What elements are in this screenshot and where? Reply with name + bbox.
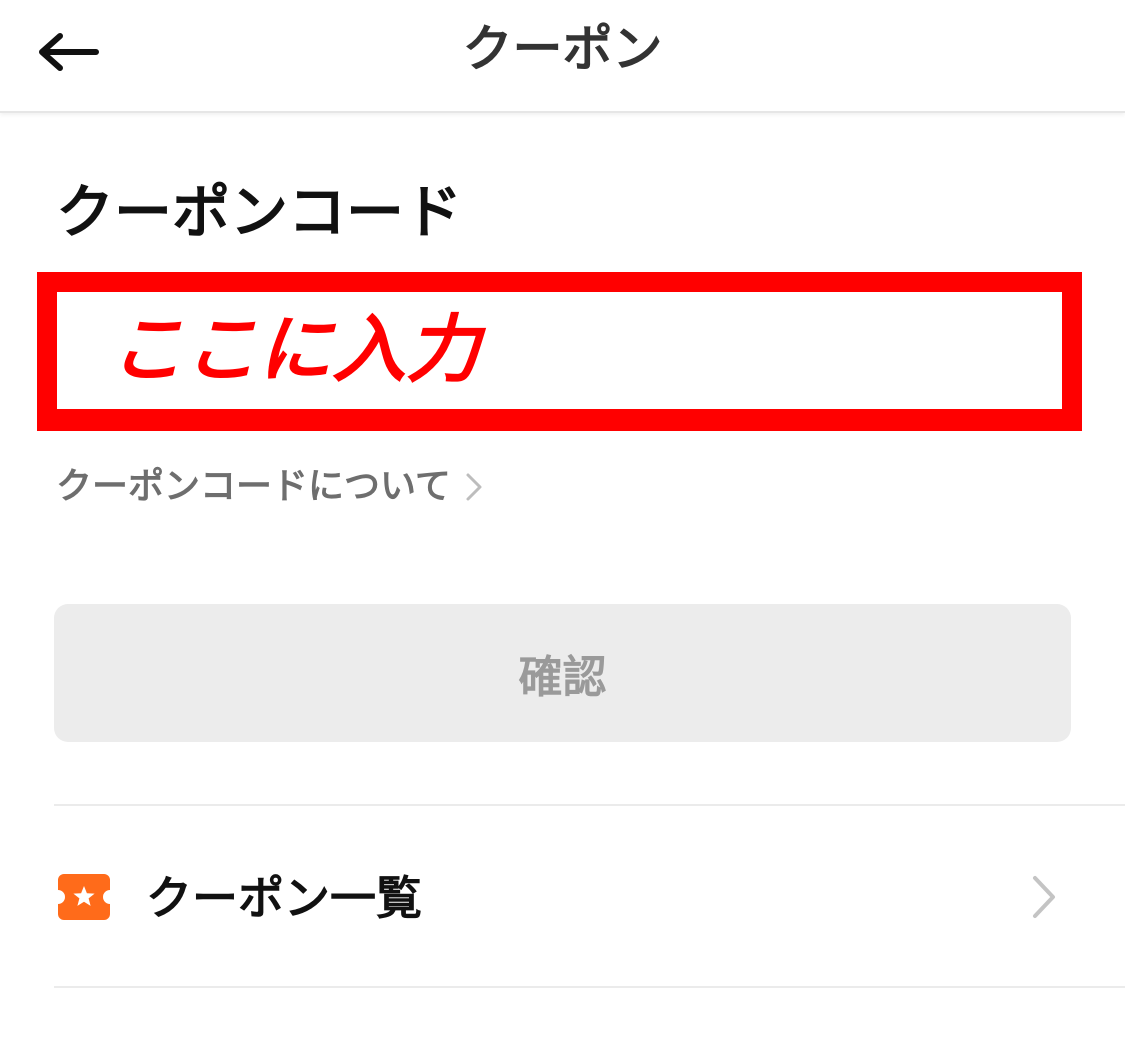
coupon-code-input[interactable] bbox=[57, 292, 1062, 409]
coupon-code-input-box bbox=[57, 292, 1062, 409]
coupon-ticket-icon bbox=[58, 874, 110, 920]
coupon-list-row[interactable]: クーポン一覧 bbox=[54, 808, 1125, 986]
coupon-code-highlight-frame bbox=[37, 272, 1082, 431]
page-title: クーポン bbox=[462, 20, 663, 78]
coupon-code-heading: クーポンコード bbox=[56, 178, 463, 246]
app-header: クーポン bbox=[0, 0, 1125, 113]
divider bbox=[54, 986, 1125, 988]
about-coupon-code-label: クーポンコードについて bbox=[56, 466, 451, 507]
confirm-button[interactable]: 確認 bbox=[54, 604, 1071, 742]
divider bbox=[54, 804, 1125, 806]
chevron-right-icon bbox=[1033, 876, 1055, 918]
coupon-list-label: クーポン一覧 bbox=[146, 871, 422, 925]
chevron-right-icon bbox=[465, 472, 483, 502]
about-coupon-code-link[interactable]: クーポンコードについて bbox=[56, 462, 483, 512]
